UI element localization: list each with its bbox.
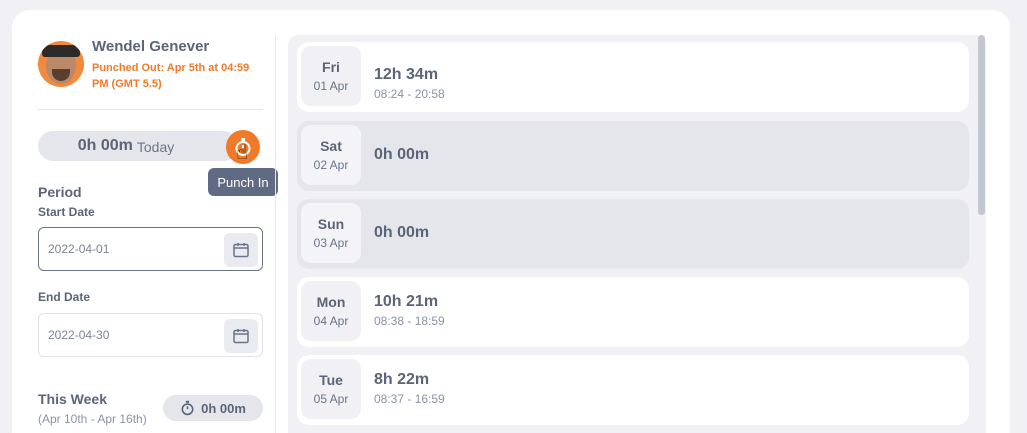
end-date-label: End Date	[38, 290, 91, 304]
today-label: Today	[136, 138, 175, 155]
day-hours: 0h 00m	[374, 146, 430, 163]
day-date: 04 Apr	[313, 314, 349, 328]
day-date: 03 Apr	[313, 236, 349, 250]
day-time-range: 08:24 - 20:58	[374, 87, 445, 101]
week-range: (Apr 10th - Apr 16th)	[38, 412, 147, 426]
day-time-range: 08:37 - 16:59	[374, 392, 445, 406]
week-title: This Week	[38, 391, 107, 407]
day-hours: 8h 22m	[374, 371, 430, 388]
user-name: Wendel Genever	[92, 38, 210, 55]
today-hours-pill: 0h 00m Today	[38, 131, 238, 161]
day-badge: Tue 05 Apr	[301, 359, 361, 419]
punch-status: Punched Out: Apr 5th at 04:59 PM (GMT 5.…	[92, 62, 250, 90]
stopwatch-icon	[181, 400, 194, 416]
day-list[interactable]: Fri 01 Apr 12h 34m 08:24 - 20:58 Sat 02 …	[288, 35, 986, 433]
calendar-icon[interactable]	[224, 319, 258, 353]
today-hours: 0h 00m	[77, 137, 133, 154]
day-row-mon[interactable]: Mon 04 Apr 10h 21m 08:38 - 18:59	[297, 277, 969, 347]
day-row-fri[interactable]: Fri 01 Apr 12h 34m 08:24 - 20:58	[297, 42, 969, 112]
day-date: 05 Apr	[313, 392, 349, 406]
day-badge: Mon 04 Apr	[301, 281, 361, 341]
period-title: Period	[38, 184, 82, 200]
day-hours: 0h 00m	[374, 224, 430, 241]
day-badge: Sun 03 Apr	[301, 203, 361, 263]
day-date: 01 Apr	[313, 79, 349, 93]
day-badge: Fri 01 Apr	[301, 46, 361, 106]
hand-cursor-icon: ☝	[236, 142, 249, 164]
end-date-value: 2022-04-30	[48, 328, 110, 342]
week-hours: 0h 00m	[201, 400, 246, 416]
start-date-label: Start Date	[38, 205, 95, 219]
day-name: Sat	[320, 138, 342, 154]
day-row-sun[interactable]: Sun 03 Apr 0h 00m	[297, 199, 969, 269]
left-panel: Wendel Genever Punched Out: Apr 5th at 0…	[38, 0, 278, 433]
start-date-value: 2022-04-01	[48, 242, 110, 256]
punch-in-tooltip: Punch In	[208, 168, 278, 196]
divider	[38, 109, 263, 110]
panel-divider	[275, 35, 276, 433]
day-time-range: 08:38 - 18:59	[374, 314, 445, 328]
calendar-icon[interactable]	[224, 233, 258, 267]
day-badge: Sat 02 Apr	[301, 125, 361, 185]
day-name: Tue	[319, 372, 343, 388]
day-hours: 12h 34m	[374, 66, 439, 83]
scrollbar-thumb[interactable]	[978, 35, 985, 215]
day-name: Sun	[317, 216, 345, 232]
day-name: Mon	[316, 294, 346, 310]
end-date-field[interactable]: 2022-04-30	[38, 313, 263, 357]
week-hours-pill: 0h 00m	[163, 395, 263, 421]
avatar	[38, 41, 84, 87]
day-hours: 10h 21m	[374, 293, 439, 310]
day-row-sat[interactable]: Sat 02 Apr 0h 00m	[297, 121, 969, 191]
start-date-field[interactable]: 2022-04-01	[38, 227, 263, 271]
day-name: Fri	[322, 59, 340, 75]
day-row-tue[interactable]: Tue 05 Apr 8h 22m 08:37 - 16:59	[297, 355, 969, 425]
day-date: 02 Apr	[313, 158, 349, 172]
